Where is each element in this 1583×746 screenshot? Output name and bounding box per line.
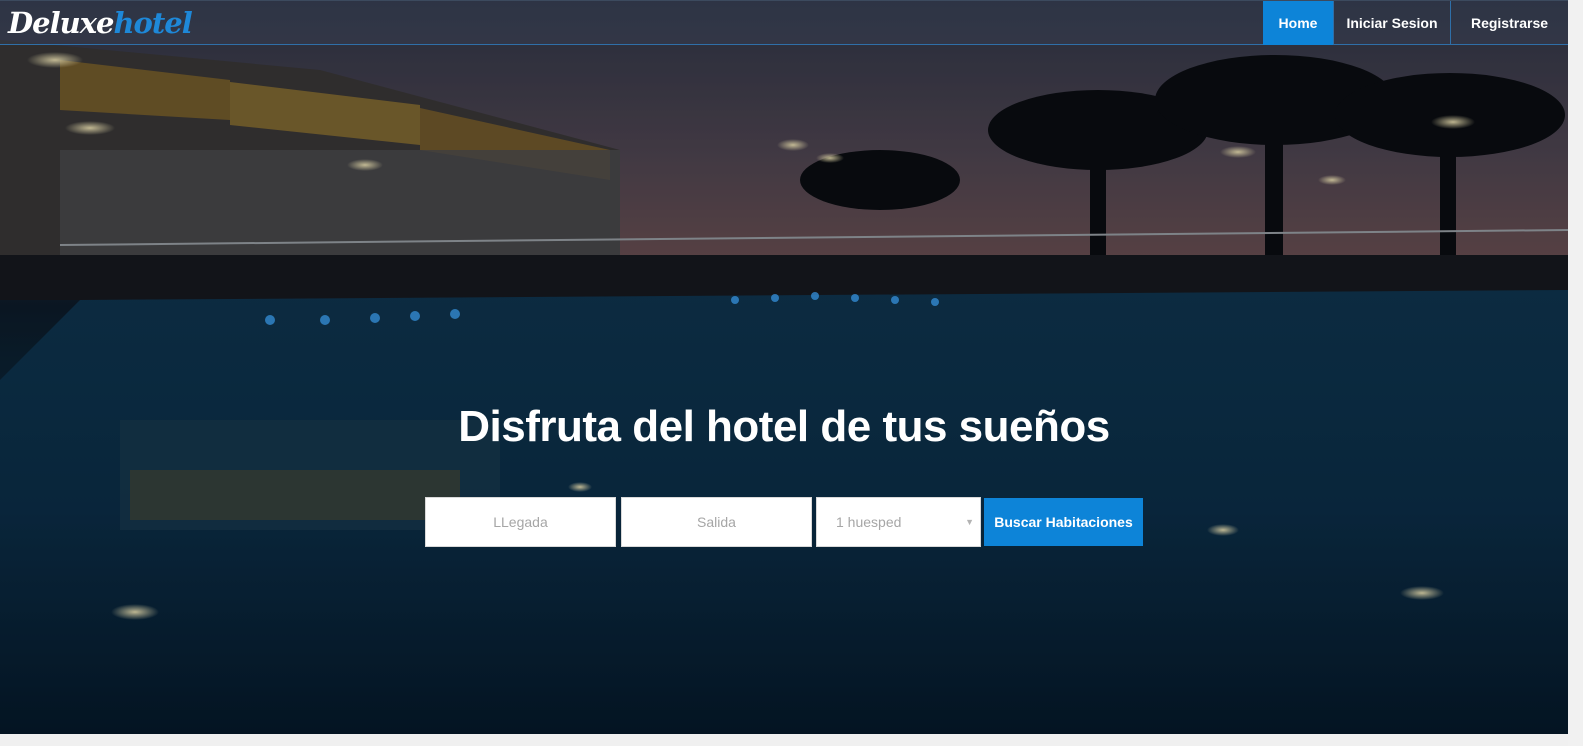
- brand-logo-part1: Deluxe: [8, 6, 114, 40]
- departure-date-placeholder: Salida: [697, 514, 736, 530]
- main-nav: Home Iniciar Sesion Registrarse: [1263, 1, 1568, 45]
- guests-select[interactable]: 1 huesped ▼: [816, 497, 981, 547]
- search-rooms-button[interactable]: Buscar Habitaciones: [984, 498, 1143, 546]
- hero-headline: Disfruta del hotel de tus sueños: [458, 402, 1110, 451]
- departure-date-input[interactable]: Salida: [621, 497, 812, 547]
- arrival-date-input[interactable]: LLegada: [425, 497, 616, 547]
- page-scrollbar[interactable]: [1568, 0, 1583, 746]
- chevron-down-icon: ▼: [965, 517, 974, 527]
- brand-logo-part2: hotel: [113, 6, 192, 40]
- brand-logo[interactable]: Deluxe hotel: [8, 3, 193, 43]
- page-bottom-edge: [0, 734, 1568, 746]
- hero-background: [0, 0, 1568, 734]
- arrival-date-placeholder: LLegada: [493, 514, 548, 530]
- guests-select-value: 1 huesped: [836, 514, 902, 530]
- nav-login-link[interactable]: Iniciar Sesion: [1333, 1, 1450, 45]
- nav-home-link[interactable]: Home: [1263, 1, 1333, 45]
- hero-overlay: [0, 0, 1568, 734]
- nav-register-link[interactable]: Registrarse: [1450, 1, 1568, 45]
- top-navbar: Deluxe hotel Home Iniciar Sesion Registra…: [0, 0, 1568, 45]
